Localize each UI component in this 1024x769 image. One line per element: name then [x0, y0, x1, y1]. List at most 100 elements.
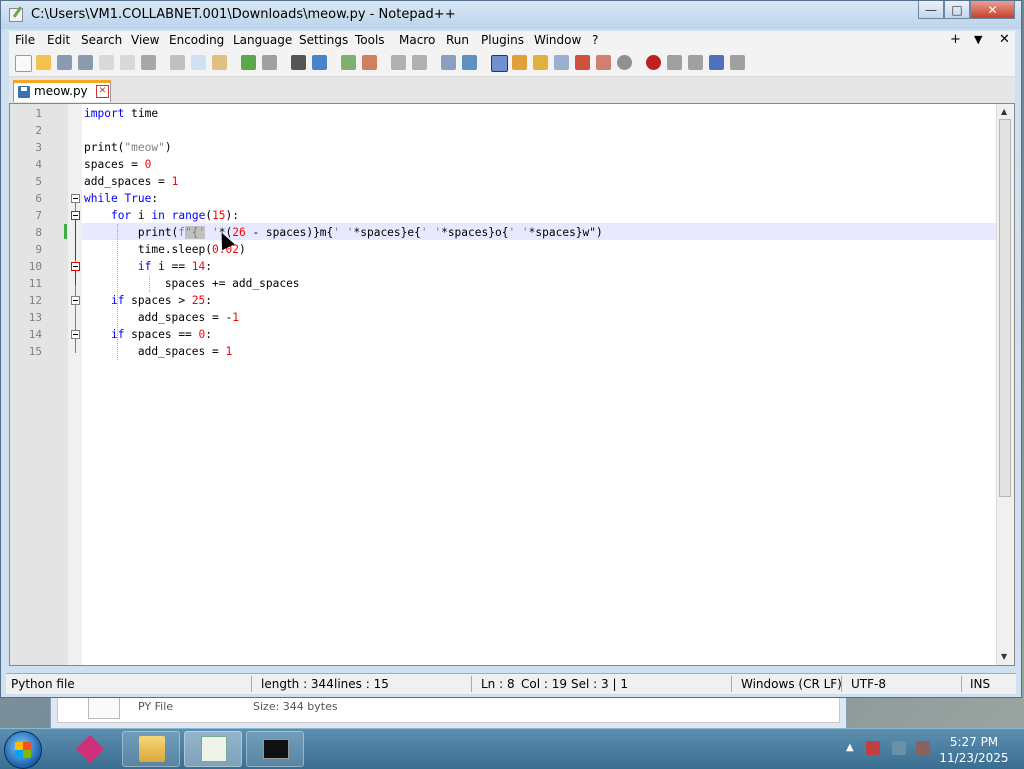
- command-prompt-icon: [263, 739, 289, 759]
- menu-encoding[interactable]: Encoding: [169, 33, 224, 47]
- tab-list-dropdown-icon[interactable]: ▼: [974, 33, 982, 46]
- taskbar-file-explorer[interactable]: [122, 731, 180, 767]
- menu-search[interactable]: Search: [81, 33, 122, 47]
- new-file-icon[interactable]: [15, 55, 32, 72]
- vertical-scrollbar[interactable]: ▲ ▼: [996, 104, 1014, 665]
- stop-macro-icon[interactable]: [667, 55, 682, 70]
- menu-run[interactable]: Run: [446, 33, 469, 47]
- scroll-up-arrow-icon[interactable]: ▲: [1001, 107, 1007, 116]
- copy-icon[interactable]: [191, 55, 206, 70]
- minimize-button[interactable]: —: [918, 1, 944, 19]
- user-language-icon[interactable]: [512, 55, 527, 70]
- line-number: 5: [35, 175, 42, 188]
- status-divider: [841, 676, 842, 692]
- function-list-icon[interactable]: [554, 55, 569, 70]
- fold-toggle-icon[interactable]: [71, 262, 80, 271]
- line-number: 14: [28, 328, 42, 341]
- folder-as-workspace-icon[interactable]: [575, 55, 590, 70]
- sync-vertical-icon[interactable]: [391, 55, 406, 70]
- background-file-size: Size: 344 bytes: [253, 700, 338, 713]
- fold-toggle-icon[interactable]: [71, 330, 80, 339]
- paste-icon[interactable]: [212, 55, 227, 70]
- close-window-button[interactable]: ✕: [970, 1, 1015, 19]
- line-number: 11: [28, 277, 42, 290]
- word-wrap-icon[interactable]: [441, 55, 456, 70]
- zoom-in-icon[interactable]: [341, 55, 356, 70]
- line-number: 15: [28, 345, 42, 358]
- run-macro-multiple-icon[interactable]: [709, 55, 724, 70]
- network-icon[interactable]: [892, 741, 906, 755]
- background-file-type: PY File: [138, 700, 174, 713]
- code-editor[interactable]: 1 2 3 4 5 6 7 8 9 10 11 12 13 14 15 impo…: [9, 103, 1015, 666]
- line-number: 10: [28, 260, 42, 273]
- taskbar-command-prompt[interactable]: [246, 731, 304, 767]
- line-number: 2: [35, 124, 42, 137]
- sync-horizontal-icon[interactable]: [412, 55, 427, 70]
- code-text-area[interactable]: import time print("meow") spaces = 0 add…: [82, 104, 998, 665]
- document-list-icon[interactable]: [596, 55, 611, 70]
- close-all-icon[interactable]: [120, 55, 135, 70]
- line-number: 6: [35, 192, 42, 205]
- line-number: 12: [28, 294, 42, 307]
- status-eol-format[interactable]: Windows (CR LF): [741, 677, 842, 691]
- taskbar-notepad-plus-plus[interactable]: [184, 731, 242, 767]
- line-number: 3: [35, 141, 42, 154]
- fold-toggle-icon[interactable]: [71, 296, 80, 305]
- menu-language[interactable]: Language: [233, 33, 292, 47]
- open-file-icon[interactable]: [36, 55, 51, 70]
- tab-meow-py[interactable]: meow.py ✕: [13, 80, 111, 102]
- redo-icon[interactable]: [262, 55, 277, 70]
- close-file-icon[interactable]: [99, 55, 114, 70]
- status-line-number: Ln : 8: [481, 677, 515, 691]
- fold-guide: [75, 271, 76, 285]
- save-all-icon[interactable]: [78, 55, 93, 70]
- clock-date: 11/23/2025: [939, 751, 1009, 765]
- find-icon[interactable]: [291, 55, 306, 70]
- scrollbar-thumb[interactable]: [999, 119, 1011, 497]
- fold-toggle-icon[interactable]: [71, 211, 80, 220]
- action-center-flag-icon[interactable]: [866, 741, 880, 755]
- taskbar-paint-app[interactable]: [62, 731, 120, 767]
- fold-toggle-icon[interactable]: [71, 194, 80, 203]
- menu-window[interactable]: Window: [534, 33, 581, 47]
- replace-icon[interactable]: [312, 55, 327, 70]
- status-divider: [731, 676, 732, 692]
- system-clock[interactable]: 5:27 PM 11/23/2025: [934, 734, 1014, 766]
- zoom-out-icon[interactable]: [362, 55, 377, 70]
- close-document-icon[interactable]: ✕: [999, 32, 1010, 47]
- menu-macro[interactable]: Macro: [399, 33, 435, 47]
- code-line: if spaces == 0:: [110, 328, 213, 341]
- save-macro-icon[interactable]: [730, 55, 745, 70]
- menu-edit[interactable]: Edit: [47, 33, 70, 47]
- title-bar[interactable]: C:\Users\VM1.COLLABNET.001\Downloads\meo…: [1, 1, 1021, 29]
- close-tab-icon[interactable]: ✕: [96, 85, 109, 98]
- indent-guide-icon[interactable]: [491, 55, 508, 72]
- code-line: print("meow"): [84, 141, 172, 154]
- start-button[interactable]: [4, 731, 42, 769]
- cut-icon[interactable]: [170, 55, 185, 70]
- show-hidden-icons-icon[interactable]: ▲: [846, 742, 854, 753]
- print-icon[interactable]: [141, 55, 156, 70]
- volume-muted-icon[interactable]: [916, 741, 930, 755]
- menu-plugins[interactable]: Plugins: [481, 33, 524, 47]
- code-line: add_spaces = -1: [84, 311, 239, 324]
- menu-file[interactable]: File: [15, 33, 35, 47]
- menu-settings[interactable]: Settings: [299, 33, 348, 47]
- save-icon[interactable]: [57, 55, 72, 70]
- scroll-down-arrow-icon[interactable]: ▼: [1001, 652, 1007, 661]
- new-tab-plus-icon[interactable]: +: [950, 32, 961, 47]
- show-all-characters-icon[interactable]: [462, 55, 477, 70]
- undo-icon[interactable]: [241, 55, 256, 70]
- clock-time: 5:27 PM: [949, 735, 999, 749]
- monitoring-eye-icon[interactable]: [617, 55, 632, 70]
- menu-help[interactable]: ?: [592, 33, 598, 47]
- status-divider: [471, 676, 472, 692]
- status-encoding[interactable]: UTF-8: [851, 677, 886, 691]
- menu-tools[interactable]: Tools: [355, 33, 385, 47]
- play-macro-icon[interactable]: [688, 55, 703, 70]
- menu-view[interactable]: View: [131, 33, 159, 47]
- status-selection: Sel : 3 | 1: [571, 677, 628, 691]
- record-macro-icon[interactable]: [646, 55, 661, 70]
- maximize-button[interactable]: □: [944, 1, 970, 19]
- document-map-icon[interactable]: [533, 55, 548, 70]
